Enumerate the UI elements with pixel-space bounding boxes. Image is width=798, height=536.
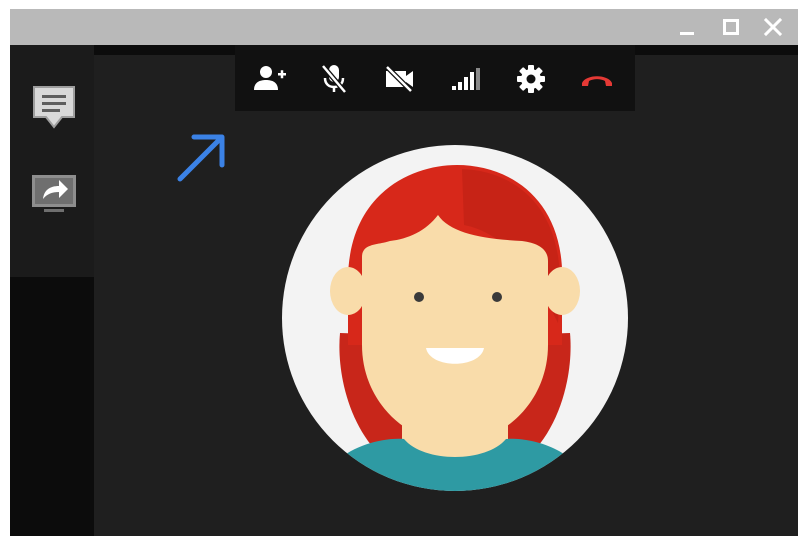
close-icon <box>763 17 783 37</box>
chat-button[interactable] <box>30 83 78 131</box>
settings-button[interactable] <box>511 59 551 99</box>
arrow-up-right-icon <box>177 134 225 182</box>
call-toolbar <box>235 45 635 111</box>
hang-up-icon <box>582 76 612 86</box>
gear-icon <box>517 65 545 93</box>
minimize-button[interactable] <box>672 9 702 45</box>
mic-off-icon <box>321 64 347 94</box>
minimize-icon <box>680 32 694 35</box>
maximize-button[interactable] <box>716 9 746 45</box>
mute-microphone-button[interactable] <box>314 59 354 99</box>
chat-icon <box>33 86 75 129</box>
connection-quality-indicator[interactable] <box>445 59 485 99</box>
signal-bars-icon <box>452 68 480 90</box>
app-root <box>0 0 798 536</box>
screen-share-icon <box>32 175 76 212</box>
add-person-button[interactable] <box>249 59 289 99</box>
add-person-icon <box>254 66 286 90</box>
title-bar <box>10 9 798 45</box>
video-call-window <box>10 9 798 536</box>
maximize-icon <box>723 19 739 35</box>
side-panel <box>10 45 94 277</box>
video-off-icon <box>385 65 413 93</box>
hang-up-button[interactable] <box>577 59 617 99</box>
close-button[interactable] <box>758 9 788 45</box>
screen-share-button[interactable] <box>30 169 78 217</box>
camera-off-button[interactable] <box>379 59 419 99</box>
person-avatar-icon <box>282 145 628 491</box>
